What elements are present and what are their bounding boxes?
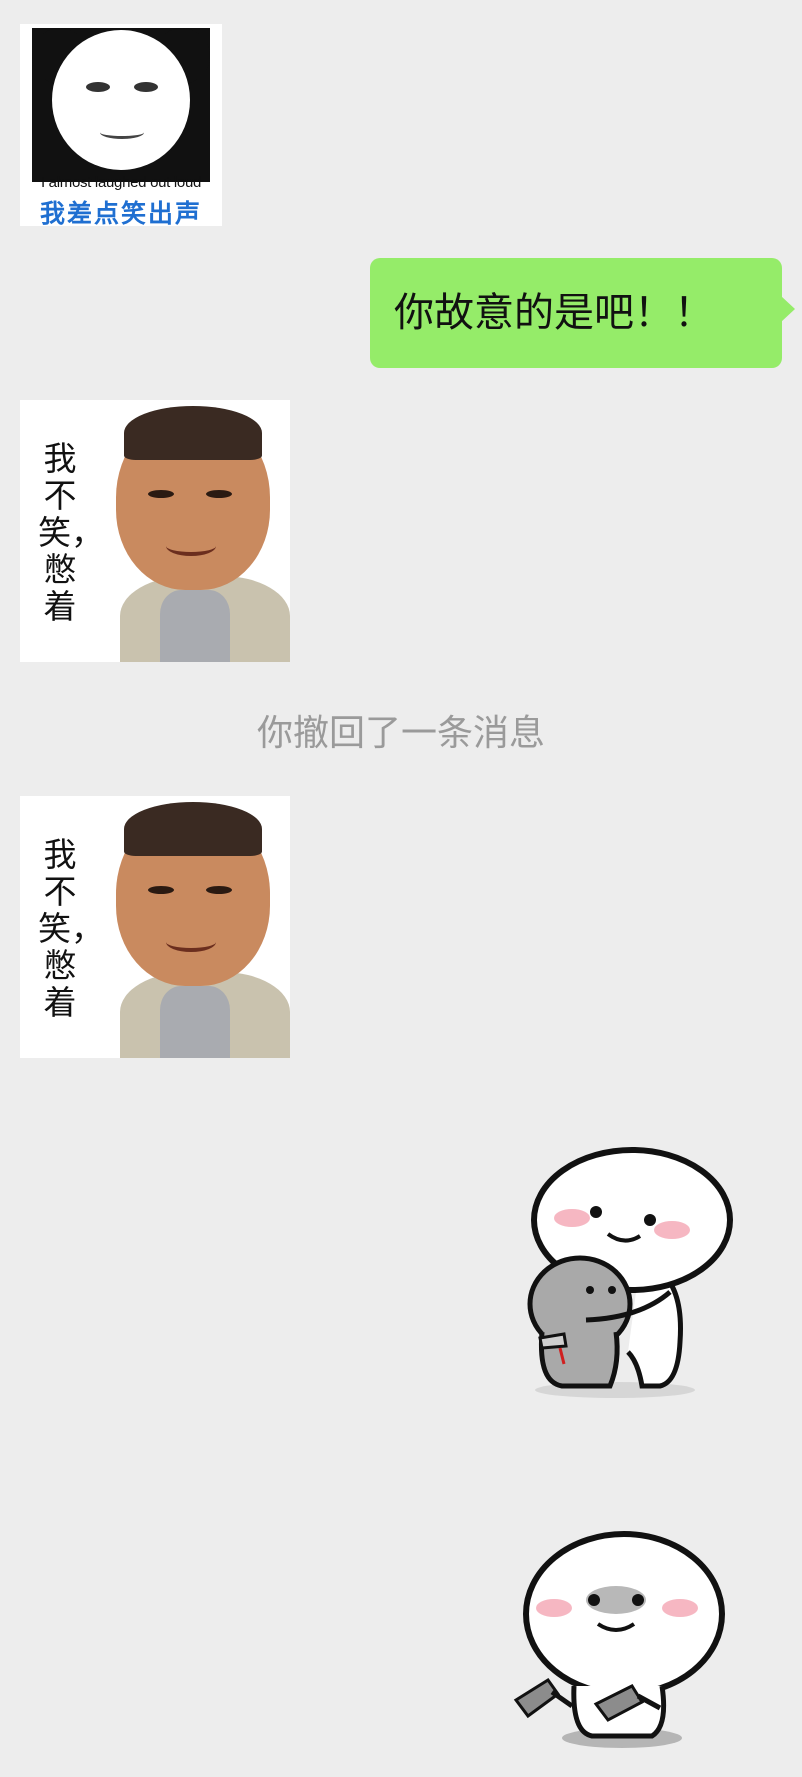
knife-illustration — [513, 1531, 725, 1748]
man-sticker-1[interactable]: 我不笑，憋着 — [20, 400, 290, 662]
man-right-eye — [206, 886, 232, 894]
man-left-eye — [148, 490, 174, 498]
man-collar — [160, 590, 230, 662]
hug-illustration — [527, 1147, 733, 1398]
man-right-eye — [206, 490, 232, 498]
man-sticker-caption: 我不笑，憋着 — [38, 835, 104, 1022]
man-smile — [166, 536, 216, 556]
man-smile — [166, 932, 216, 952]
outgoing-message-bubble[interactable]: 你故意的是吧！！ — [370, 258, 795, 368]
panda-meme-sticker[interactable]: I almost laughed out loud 我差点笑出声 — [20, 24, 222, 228]
man-sticker-2[interactable]: 我不笑，憋着 — [20, 796, 290, 1058]
man-left-eye — [148, 886, 174, 894]
panda-face — [52, 30, 190, 170]
cartoon-knife-sticker[interactable] — [512, 1526, 734, 1756]
man-sticker-caption: 我不笑，憋着 — [38, 439, 104, 626]
cartoon-hug-sticker[interactable] — [520, 1142, 740, 1408]
recall-notice: 你撤回了一条消息 — [256, 713, 545, 754]
panda-caption-en: I almost laughed out loud — [40, 174, 202, 191]
panda-mouth — [100, 126, 144, 139]
man-hair — [124, 406, 262, 460]
outgoing-message-text: 你故意的是吧！！ — [394, 290, 714, 336]
panda-caption-zh: 我差点笑出声 — [39, 199, 202, 228]
man-collar — [160, 986, 230, 1058]
panda-eyes — [86, 82, 158, 96]
man-hair — [124, 802, 262, 856]
